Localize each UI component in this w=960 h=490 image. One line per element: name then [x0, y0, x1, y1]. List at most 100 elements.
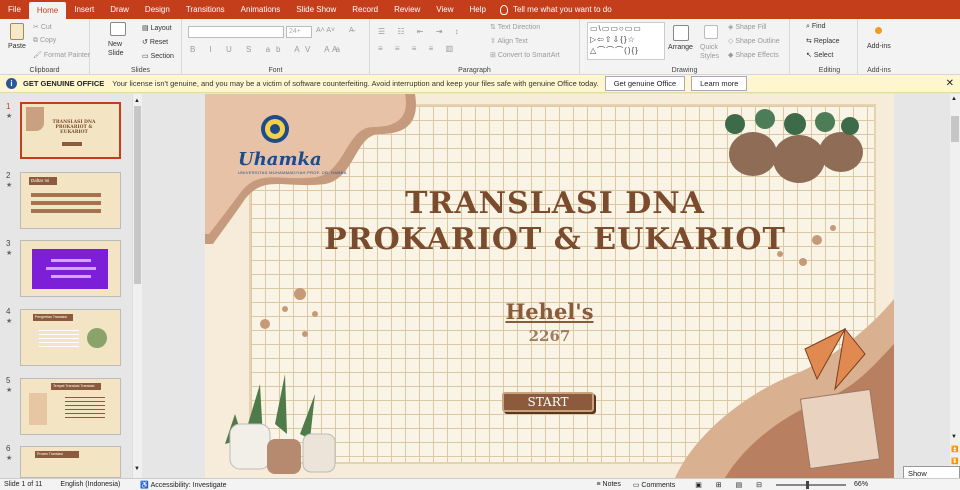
cut-button[interactable]: ✂ Cut	[33, 23, 52, 31]
star-icon: ★	[6, 387, 13, 394]
tab-slide-show[interactable]: Slide Show	[288, 0, 344, 19]
shape-outline-label: Shape Outline	[735, 38, 780, 45]
tab-review[interactable]: Review	[386, 0, 428, 19]
slide-title-line2[interactable]: PROKARIOT & EUKARIOT	[265, 222, 845, 258]
notes-button[interactable]: ≡ Notes	[597, 481, 621, 488]
drawing-group: ▭\▭▭○▭▭ ▷⇦⇧⇩{}☆ △⌒⌒⌒(){} Arrange Quick Sty…	[580, 19, 790, 75]
accessibility-label: Accessibility: Investigate	[150, 481, 227, 489]
scroll-down-icon[interactable]: ▼	[951, 434, 957, 440]
comments-button[interactable]: ▭ Comments	[633, 481, 675, 489]
scroll-down-icon[interactable]: ▼	[134, 466, 140, 472]
layout-button[interactable]: ▤ Layout	[142, 24, 172, 32]
grow-font-button[interactable]: A˄ A˅	[316, 27, 335, 34]
format-painter-label: Format Painter	[43, 52, 91, 59]
slide-thumbnail-2[interactable]: Daftar Isi	[20, 172, 121, 229]
slide-number-text[interactable]: 2267	[205, 327, 894, 345]
addins-icon[interactable]	[875, 27, 882, 34]
tab-file[interactable]: File	[0, 0, 29, 19]
drawing-label: Drawing	[671, 67, 698, 74]
thumbnails-scrollbar[interactable]: ▲ ▼	[132, 94, 142, 478]
slide-title-line1[interactable]: TRANSLASI DNA	[265, 186, 845, 222]
slides-label: Slides	[130, 67, 151, 74]
tab-animations[interactable]: Animations	[233, 0, 289, 19]
quick-styles-icon[interactable]	[704, 25, 718, 39]
tell-me-search[interactable]: Tell me what you want to do	[499, 4, 612, 15]
list-buttons[interactable]: ☰ ☷ ⇤ ⇥ ↕	[378, 27, 464, 36]
format-painter-button[interactable]: 🖌 Format Painter	[33, 51, 90, 59]
arrange-button[interactable]: Arrange	[668, 44, 693, 51]
quick-styles-button[interactable]: Quick Styles	[700, 43, 722, 61]
accessibility-status[interactable]: ♿ Accessibility: Investigate	[140, 481, 226, 489]
section-button[interactable]: ▭ Section	[142, 52, 174, 60]
paste-icon[interactable]	[10, 23, 24, 40]
clear-format-icon[interactable]: A̶	[349, 27, 354, 34]
view-buttons[interactable]: ▣ ⊞ ▤ ⊟	[695, 481, 768, 489]
scroll-up-icon[interactable]: ▲	[951, 96, 957, 102]
tab-record[interactable]: Record	[344, 0, 386, 19]
editor-scrollbar[interactable]: ▲ ▼ ⏫ ⏬	[950, 94, 960, 478]
slide-thumbnail-5[interactable]: Tempat Translasi Translasi	[20, 378, 121, 435]
slide-thumbnail-3[interactable]	[20, 240, 121, 297]
comments-label: Comments	[641, 481, 676, 489]
tab-help[interactable]: Help	[462, 0, 494, 19]
select-button[interactable]: ↖ Select	[806, 51, 833, 59]
next-slide-icon[interactable]: ⏬	[951, 458, 958, 465]
postcard-icon	[799, 388, 881, 470]
language-status[interactable]: English (Indonesia)	[60, 481, 120, 488]
font-size-input[interactable]: 24+	[286, 26, 312, 38]
tab-transitions[interactable]: Transitions	[178, 0, 233, 19]
tab-design[interactable]: Design	[137, 0, 178, 19]
learn-more-button[interactable]: Learn more	[691, 76, 748, 91]
shape-effects-button[interactable]: ◆ Shape Effects	[728, 51, 779, 59]
close-icon[interactable]: ✕	[946, 78, 954, 89]
tab-view[interactable]: View	[428, 0, 461, 19]
tab-draw[interactable]: Draw	[102, 0, 137, 19]
editing-label: Editing	[818, 67, 841, 74]
shapes-gallery[interactable]: ▭\▭▭○▭▭ ▷⇦⇧⇩{}☆ △⌒⌒⌒(){}	[587, 22, 665, 60]
find-button[interactable]: ⌕ Find	[806, 23, 826, 31]
slide-canvas[interactable]: Uhamka UNIVERSITAS MUHAMMADIYAH PROF. DR…	[205, 94, 894, 478]
new-slide-button[interactable]: New Slide	[108, 40, 132, 58]
thumb-number: 1	[6, 102, 11, 111]
thumb-image	[29, 393, 47, 425]
prev-slide-icon[interactable]: ⏫	[951, 446, 958, 453]
addins-button[interactable]: Add-ins	[867, 43, 891, 50]
slide-thumbnail-1[interactable]: TRANSLASI DNA PROKARIOT & EUKARIOT	[20, 102, 121, 159]
slide-subtitle[interactable]: Hehel's	[205, 299, 894, 324]
slide-thumbnails-pane: 1 ★ TRANSLASI DNA PROKARIOT & EUKARIOT 2…	[0, 94, 145, 478]
slide-thumbnail-6[interactable]: Proses Translasi	[20, 446, 121, 478]
ribbon-tab-bar: File Home Insert Draw Design Transitions…	[0, 0, 960, 19]
reset-button[interactable]: ↺ Reset	[142, 38, 168, 46]
tab-insert[interactable]: Insert	[66, 0, 102, 19]
font-name-input[interactable]	[188, 26, 284, 38]
tab-home[interactable]: Home	[28, 2, 67, 19]
star-icon: ★	[6, 113, 13, 120]
shape-fill-button[interactable]: ◈ Shape Fill	[728, 23, 766, 31]
arrange-icon[interactable]	[673, 25, 689, 41]
scroll-up-icon[interactable]: ▲	[134, 98, 140, 104]
get-genuine-button[interactable]: Get genuine Office	[604, 76, 686, 91]
thumb-row	[46, 267, 96, 270]
thumb-title: Proses Translasi	[35, 451, 79, 458]
zoom-slider[interactable]	[776, 480, 847, 489]
align-buttons[interactable]: ≡ ≡ ≡ ≡ ▥	[378, 44, 458, 53]
align-text-button[interactable]: ⇳ Align Text	[490, 37, 528, 45]
convert-smartart-button[interactable]: ⊞ Convert to SmartArt	[490, 51, 560, 59]
slide-thumbnail-4[interactable]: Pengertian Translasi	[20, 309, 121, 366]
shape-outline-button[interactable]: ◇ Shape Outline	[728, 37, 780, 45]
replace-button[interactable]: ⇆ Replace	[806, 37, 840, 45]
start-button[interactable]: START	[502, 392, 594, 412]
zoom-slider-thumb[interactable]	[806, 480, 810, 489]
text-direction-button[interactable]: ⇅ Text Direction	[490, 23, 540, 31]
font-color-icon[interactable]: A	[332, 45, 337, 54]
scroll-thumb[interactable]	[134, 106, 141, 284]
scroll-thumb[interactable]	[951, 116, 959, 142]
thumb-text	[65, 397, 105, 421]
clipboard-group: Paste ✂ Cut ⧉ Copy 🖌 Format Painter Clip…	[0, 19, 90, 75]
paste-button[interactable]: Paste	[8, 43, 26, 50]
zoom-level[interactable]: 66%	[854, 481, 868, 488]
font-style-buttons[interactable]: B I U S ab AV Aa	[190, 45, 346, 54]
copy-button[interactable]: ⧉ Copy	[33, 37, 56, 45]
new-slide-icon[interactable]	[110, 22, 126, 36]
slide-count: Slide 1 of 11	[4, 481, 43, 488]
